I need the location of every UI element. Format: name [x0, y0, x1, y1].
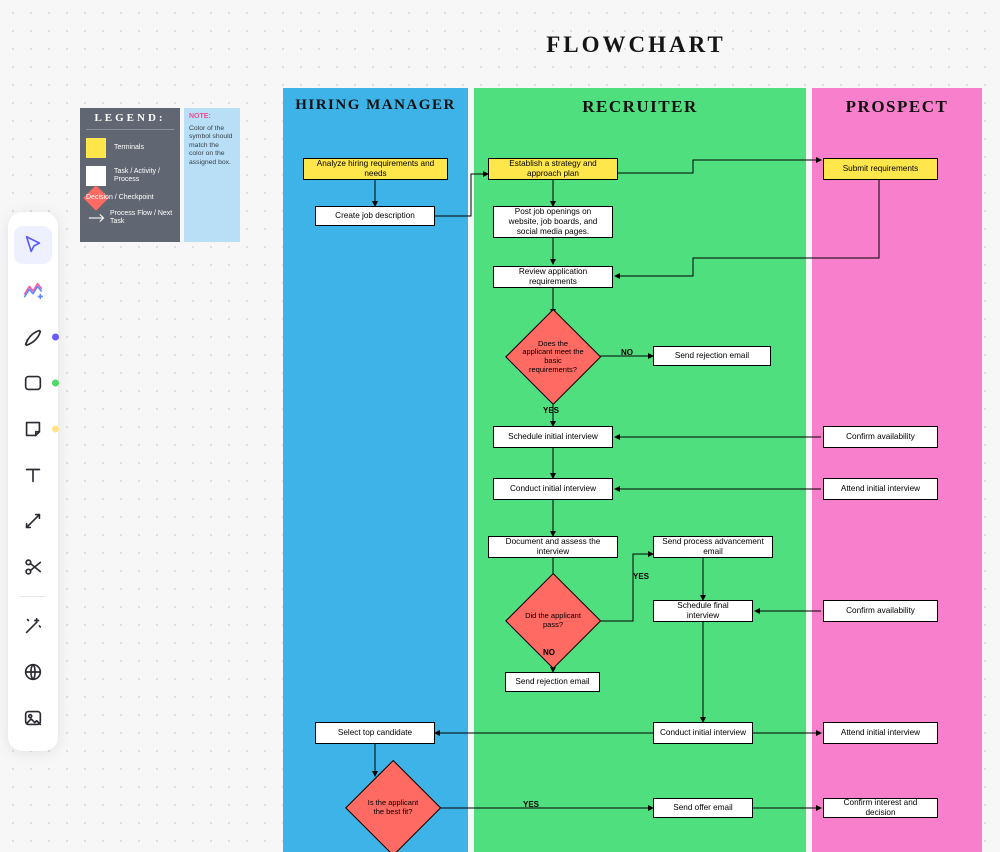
node-rec-reject1[interactable]: Send rejection email: [653, 346, 771, 366]
node-rec-conduct2[interactable]: Conduct initial interview: [653, 722, 753, 744]
node-pro-confirm2[interactable]: Confirm availability: [823, 600, 938, 622]
globe-tool[interactable]: [14, 653, 52, 691]
node-rec-conduct-init[interactable]: Conduct initial interview: [493, 478, 613, 500]
legend-panel[interactable]: LEGEND: Terminals Task / Activity / Proc…: [80, 108, 240, 242]
node-hm-select[interactable]: Select top candidate: [315, 722, 435, 744]
cursor-icon: [22, 234, 44, 256]
image-icon: [22, 707, 44, 729]
node-pro-attend1-label: Attend initial interview: [841, 484, 920, 494]
legend-title: LEGEND:: [86, 112, 174, 130]
node-rec-offer-label: Send offer email: [673, 803, 732, 813]
legend-arrow-icon: [86, 213, 110, 223]
zigzag-icon: [22, 280, 44, 302]
scissors-icon: [22, 556, 44, 578]
legend-process-label: Task / Activity / Process: [114, 168, 174, 184]
node-rec-review-label: Review application requirements: [500, 267, 606, 287]
node-pro-confirm1[interactable]: Confirm availability: [823, 426, 938, 448]
node-rec-advance[interactable]: Send process advancement email: [653, 536, 773, 558]
node-rec-doc[interactable]: Document and assess the interview: [488, 536, 618, 558]
node-rec-sched-init-label: Schedule initial interview: [508, 432, 598, 442]
lane-prospect-title: PROSPECT: [812, 88, 982, 123]
node-hm-jd-label: Create job description: [335, 211, 415, 221]
shape-tool[interactable]: [14, 364, 52, 402]
node-rec-conduct-init-label: Conduct initial interview: [510, 484, 596, 494]
chart-title: FLOWCHART: [278, 32, 994, 58]
magic-tool[interactable]: [14, 607, 52, 645]
node-rec-doc-label: Document and assess the interview: [495, 537, 611, 557]
legend-decision-label: Decision / Checkpoint: [86, 194, 174, 202]
connector-tool[interactable]: [14, 502, 52, 540]
node-rec-reject2[interactable]: Send rejection email: [505, 672, 600, 692]
note-body: Color of the symbol should match the col…: [189, 125, 235, 167]
node-hm-analyze-label: Analyze hiring requirements and needs: [310, 159, 441, 179]
node-pro-attend2[interactable]: Attend initial interview: [823, 722, 938, 744]
connector-icon: [22, 510, 44, 532]
legend-terminal-label: Terminals: [114, 144, 174, 152]
decision-pass-label: Did the applicant pass?: [508, 576, 598, 666]
sticky-tool[interactable]: [14, 410, 52, 448]
lane-recruiter[interactable]: RECRUITER: [474, 88, 806, 852]
node-pro-decide-label: Confirm interest and decision: [830, 798, 931, 818]
shape-color-dot: [52, 380, 59, 387]
node-hm-jd[interactable]: Create job description: [315, 206, 435, 226]
decision-basic[interactable]: Does the applicant meet the basic requir…: [508, 312, 598, 402]
toolbar-separator: [20, 596, 46, 597]
scissors-tool[interactable]: [14, 548, 52, 586]
node-rec-strategy[interactable]: Establish a strategy and approach plan: [488, 158, 618, 180]
node-rec-conduct2-label: Conduct initial interview: [660, 728, 746, 738]
node-pro-attend2-label: Attend initial interview: [841, 728, 920, 738]
lane-recruiter-title: RECRUITER: [474, 88, 806, 123]
node-pro-confirm2-label: Confirm availability: [846, 606, 915, 616]
node-pro-attend1[interactable]: Attend initial interview: [823, 478, 938, 500]
legend-flow-label: Process Flow / Next Task: [110, 210, 174, 226]
node-rec-offer[interactable]: Send offer email: [653, 798, 753, 818]
node-rec-sched-init[interactable]: Schedule initial interview: [493, 426, 613, 448]
node-hm-analyze[interactable]: Analyze hiring requirements and needs: [303, 158, 448, 180]
pen-color-dot: [52, 334, 59, 341]
node-hm-select-label: Select top candidate: [338, 728, 412, 738]
legend-terminal-swatch: [86, 138, 106, 158]
text-tool[interactable]: [14, 456, 52, 494]
select-tool[interactable]: [14, 226, 52, 264]
image-tool[interactable]: [14, 699, 52, 737]
node-pro-decide[interactable]: Confirm interest and decision: [823, 798, 938, 818]
node-rec-advance-label: Send process advancement email: [660, 537, 766, 557]
node-rec-strategy-label: Establish a strategy and approach plan: [495, 159, 611, 179]
legend-card: LEGEND: Terminals Task / Activity / Proc…: [80, 108, 180, 242]
ai-draw-tool[interactable]: [14, 272, 52, 310]
toolbar: [8, 212, 58, 751]
node-pro-submit[interactable]: Submit requirements: [823, 158, 938, 180]
node-rec-post[interactable]: Post job openings on website, job boards…: [493, 206, 613, 238]
node-rec-reject2-label: Send rejection email: [515, 677, 589, 687]
pen-tool[interactable]: [14, 318, 52, 356]
flowchart[interactable]: FLOWCHART HIRING MANAGER RECRUITER PROSP…: [278, 32, 994, 852]
sticky-icon: [22, 418, 44, 440]
decision-bestfit[interactable]: Is the applicant the best fit?: [348, 763, 438, 852]
node-rec-sched-final-label: Schedule final interview: [660, 601, 746, 621]
legend-process-swatch: [86, 166, 106, 186]
decision-pass[interactable]: Did the applicant pass?: [508, 576, 598, 666]
globe-icon: [22, 661, 44, 683]
node-pro-confirm1-label: Confirm availability: [846, 432, 915, 442]
lane-hiring-manager-title: HIRING MANAGER: [283, 88, 468, 121]
node-rec-post-label: Post job openings on website, job boards…: [500, 207, 606, 237]
decision-bestfit-label: Is the applicant the best fit?: [348, 763, 438, 852]
pen-icon: [22, 326, 44, 348]
node-pro-submit-label: Submit requirements: [843, 164, 919, 174]
rectangle-icon: [22, 372, 44, 394]
text-icon: [22, 464, 44, 486]
node-rec-review[interactable]: Review application requirements: [493, 266, 613, 288]
node-rec-sched-final[interactable]: Schedule final interview: [653, 600, 753, 622]
node-rec-reject1-label: Send rejection email: [675, 351, 749, 361]
sticky-color-dot: [52, 426, 59, 433]
note-title: NOTE:: [189, 113, 235, 122]
legend-note[interactable]: NOTE: Color of the symbol should match t…: [184, 108, 240, 242]
decision-basic-label: Does the applicant meet the basic requir…: [508, 312, 598, 402]
wand-icon: [22, 615, 44, 637]
